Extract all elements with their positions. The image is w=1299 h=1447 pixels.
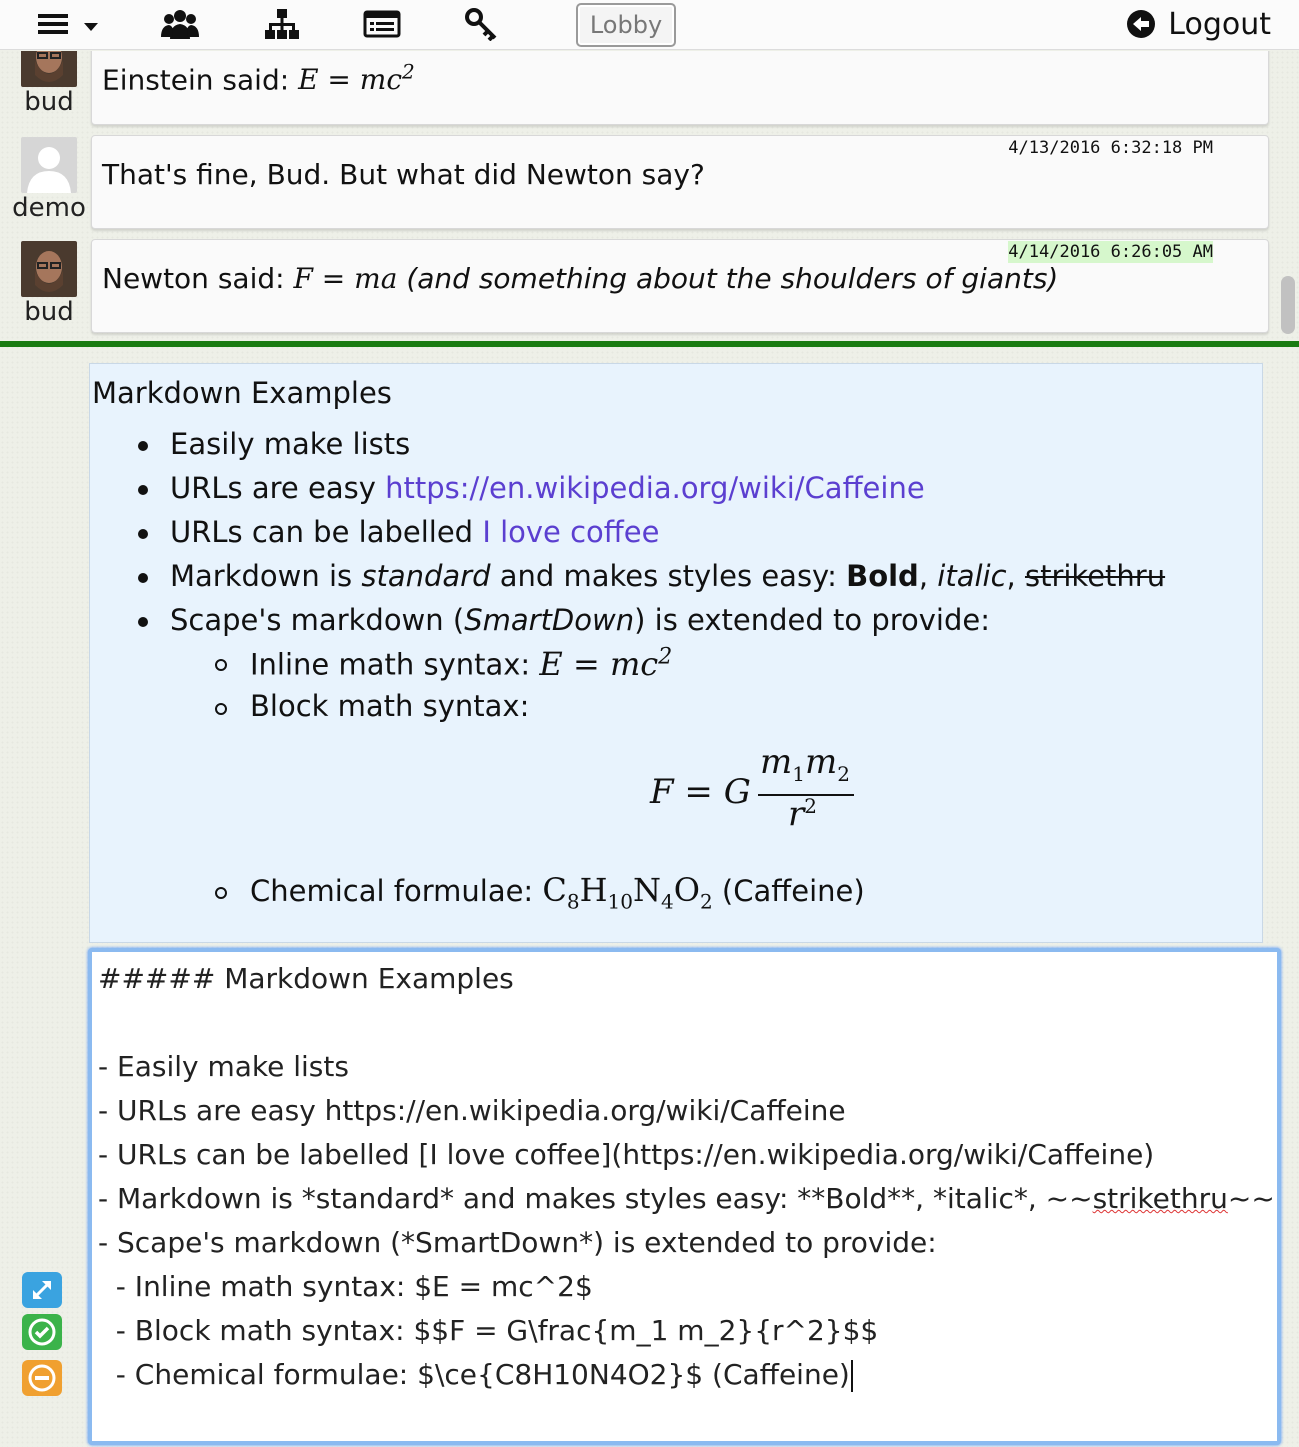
- check-icon: [28, 1318, 56, 1346]
- list-item: URLs can be labelled I love coffee: [170, 515, 660, 549]
- message-timestamp: 4/14/2016 6:26:05 AM: [1008, 241, 1213, 263]
- logout-label: Logout: [1168, 6, 1271, 42]
- message-bubble: Einstein said: E = mc2: [91, 51, 1269, 125]
- author-name: demo: [12, 193, 86, 223]
- message-text: Einstein said: E = mc2: [102, 60, 415, 97]
- users-button[interactable]: [158, 4, 202, 44]
- message-bubble: 4/14/2016 6:26:05 AM Newton said: F = ma…: [91, 239, 1269, 333]
- sitemap-icon: [265, 9, 299, 39]
- message-editor[interactable]: ##### Markdown Examples - Easily make li…: [88, 948, 1281, 1445]
- send-button[interactable]: [22, 1314, 62, 1350]
- chat-divider: [0, 341, 1299, 347]
- editor-line: - Scape's markdown (*SmartDown*) is exte…: [98, 1226, 937, 1259]
- list-item: Markdown is standard and makes styles ea…: [170, 559, 1166, 593]
- sublist-item: Block math syntax:: [250, 689, 530, 723]
- sublist-bullet: [215, 887, 227, 899]
- list-bullet: [138, 573, 148, 583]
- editor-line: - URLs are easy https://en.wikipedia.org…: [98, 1094, 846, 1127]
- avatar: [21, 241, 77, 297]
- menu-icon: [38, 14, 98, 34]
- cancel-button[interactable]: [22, 1360, 62, 1396]
- editor-line: - Block math syntax: $$F = G\frac{m_1 m_…: [98, 1314, 879, 1347]
- chat-scrollbar[interactable]: [1281, 276, 1295, 334]
- editor-line: - Chemical formulae: $\ce{C8H10N4O2}$ (C…: [98, 1358, 853, 1392]
- editor-line: - Easily make lists: [98, 1050, 349, 1083]
- list-bullet: [138, 485, 148, 495]
- coffee-link[interactable]: I love coffee: [482, 515, 659, 549]
- author-name: bud: [24, 87, 74, 117]
- preview-title: Markdown Examples: [92, 376, 392, 410]
- message-author: bud: [10, 51, 88, 117]
- list-icon: [363, 10, 401, 38]
- avatar: [21, 51, 77, 87]
- text-cursor: [850, 1360, 853, 1392]
- sublist-bullet: [215, 659, 227, 671]
- message-text: That's fine, Bud. But what did Newton sa…: [102, 158, 705, 191]
- editor-line: - URLs can be labelled [I love coffee](h…: [98, 1138, 1155, 1171]
- users-icon: [161, 10, 199, 39]
- expand-icon: [32, 1280, 52, 1300]
- list-bullet: [138, 617, 148, 627]
- sublist-bullet: [215, 703, 227, 715]
- editor-line: - Markdown is *standard* and makes style…: [98, 1182, 1275, 1215]
- editor-line: ##### Markdown Examples: [98, 962, 514, 995]
- list-bullet: [138, 441, 148, 451]
- chat-transcript: bud Einstein said: E = mc2 demo 4/13/201…: [0, 51, 1299, 341]
- markdown-preview: Markdown Examples Easily make lists URLs…: [89, 363, 1263, 943]
- message-bubble: 4/13/2016 6:32:18 PM That's fine, Bud. B…: [91, 135, 1269, 229]
- logout-arrow-icon: [1127, 10, 1156, 38]
- key-button[interactable]: [462, 4, 502, 44]
- lobby-button[interactable]: Lobby: [576, 3, 676, 47]
- message-text: Newton said: F = ma (and something about…: [102, 262, 1059, 295]
- list-item: URLs are easy https://en.wikipedia.org/w…: [170, 471, 925, 505]
- message-author: bud: [10, 241, 88, 327]
- misspelled-word[interactable]: strikethru: [1093, 1182, 1228, 1215]
- wikipedia-link[interactable]: https://en.wikipedia.org/wiki/Caffeine: [385, 471, 925, 505]
- minus-icon: [28, 1364, 56, 1392]
- message-timestamp: 4/13/2016 6:32:18 PM: [1008, 138, 1213, 158]
- logout-button[interactable]: Logout: [1126, 4, 1271, 44]
- top-navbar: Lobby Logout: [0, 0, 1299, 50]
- list-item: Easily make lists: [170, 427, 411, 461]
- sublist-item: Inline math syntax: E = mc2: [250, 644, 673, 683]
- expand-button[interactable]: [22, 1272, 62, 1308]
- avatar: [21, 137, 77, 193]
- key-icon: [465, 8, 497, 41]
- main-menu-button[interactable]: [34, 4, 104, 44]
- list-item: Scape's markdown (SmartDown) is extended…: [170, 603, 990, 637]
- editor-line: - Inline math syntax: $E = mc^2$: [98, 1270, 593, 1303]
- sublist-item: Chemical formulae: C8H10N4O2 (Caffeine): [250, 871, 865, 914]
- author-name: bud: [24, 297, 74, 327]
- list-bullet: [138, 529, 148, 539]
- list-button[interactable]: [360, 4, 404, 44]
- sitemap-button[interactable]: [260, 4, 304, 44]
- message-author: demo: [10, 137, 88, 223]
